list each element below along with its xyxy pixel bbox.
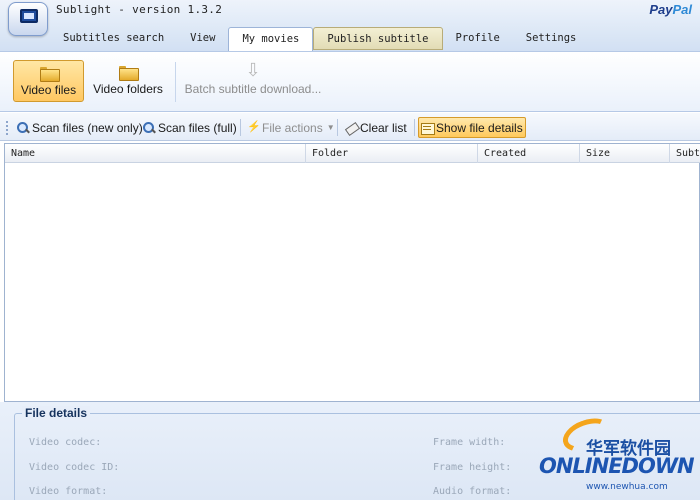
show-file-details-toggle[interactable]: Show file details [418, 117, 526, 138]
column-header-name[interactable]: Name [5, 144, 306, 163]
file-details-legend: File details [22, 406, 91, 420]
eraser-icon [345, 122, 357, 134]
grid-header: Name Folder Created Size Subt [5, 144, 700, 163]
tab-view[interactable]: View [177, 27, 228, 50]
download-arrow-icon: ⇩ [245, 60, 261, 80]
magnifier-icon [143, 121, 155, 134]
chevron-down-icon: ▼ [326, 123, 335, 132]
ribbon-divider [175, 62, 176, 102]
paypal-logo-pay: Pay [649, 2, 673, 17]
frame-height-label: Frame height: [433, 462, 512, 473]
main-tabs: Subtitles search View My movies Publish … [50, 27, 590, 51]
column-header-created[interactable]: Created [478, 144, 580, 163]
toolbar-separator [240, 119, 241, 136]
tab-subtitles-search[interactable]: Subtitles search [50, 27, 177, 50]
video-files-label: Video files [20, 83, 77, 97]
column-header-size[interactable]: Size [580, 144, 670, 163]
column-header-subtitles[interactable]: Subt [670, 144, 700, 163]
video-folders-label: Video folders [93, 82, 163, 96]
movie-list-grid[interactable]: Name Folder Created Size Subt [4, 143, 700, 402]
batch-subtitle-download-button[interactable]: ⇩ Batch subtitle download... [182, 60, 324, 102]
scan-new-label: Scan files (new only) [32, 120, 143, 135]
scan-full-button[interactable]: Scan files (full) [141, 117, 239, 138]
onlinedown-watermark-logo: 华军软件园 ONLINEDOWN www.newhua.com [536, 412, 696, 496]
tab-my-movies[interactable]: My movies [228, 27, 314, 51]
tab-profile[interactable]: Profile [443, 27, 513, 50]
paypal-donate-link[interactable]: PayPal [649, 2, 692, 17]
tab-publish-subtitle[interactable]: Publish subtitle [313, 27, 443, 50]
toolbar-separator [414, 119, 415, 136]
toolbar-separator [337, 119, 338, 136]
app-menu-button[interactable] [8, 2, 48, 36]
toolbar-grip[interactable] [6, 121, 8, 135]
video-folders-button[interactable]: Video folders [88, 60, 168, 102]
file-actions-label: File actions [262, 120, 323, 135]
clear-list-button[interactable]: Clear list [343, 117, 409, 138]
monitor-icon [20, 9, 38, 23]
clear-list-label: Clear list [360, 120, 407, 135]
file-toolbar: Scan files (new only) Scan files (full) … [0, 113, 700, 141]
audio-format-label: Audio format: [433, 486, 512, 497]
magnifier-icon [17, 121, 29, 134]
window-title: Sublight - version 1.3.2 [56, 3, 223, 16]
watermark-brand-text: ONLINEDOWN [539, 454, 695, 478]
video-codec-label: Video codec: [29, 437, 102, 448]
paypal-logo-pal: Pal [672, 2, 692, 17]
file-actions-dropdown[interactable]: File actions ▼ [245, 117, 337, 138]
frame-width-label: Frame width: [433, 437, 506, 448]
video-format-label: Video format: [29, 486, 108, 497]
video-codec-id-label: Video codec ID: [29, 462, 120, 473]
batch-subtitle-download-label: Batch subtitle download... [184, 82, 322, 96]
video-files-button[interactable]: Video files [13, 60, 84, 102]
column-header-folder[interactable]: Folder [306, 144, 478, 163]
folder-open-icon [39, 67, 60, 82]
scan-full-label: Scan files (full) [158, 120, 237, 135]
ribbon-panel: Video files Video folders ⇩ Batch subtit… [0, 52, 700, 112]
tab-settings[interactable]: Settings [513, 27, 590, 50]
show-file-details-label: Show file details [436, 120, 523, 135]
ribbon-header: Sublight - version 1.3.2 PayPal Subtitle… [0, 0, 700, 52]
watermark-url-text: www.newhua.com [586, 482, 668, 492]
lightning-icon [247, 120, 261, 134]
folder-icon [119, 66, 139, 81]
scan-new-button[interactable]: Scan files (new only) [15, 117, 145, 138]
details-icon [421, 122, 435, 135]
